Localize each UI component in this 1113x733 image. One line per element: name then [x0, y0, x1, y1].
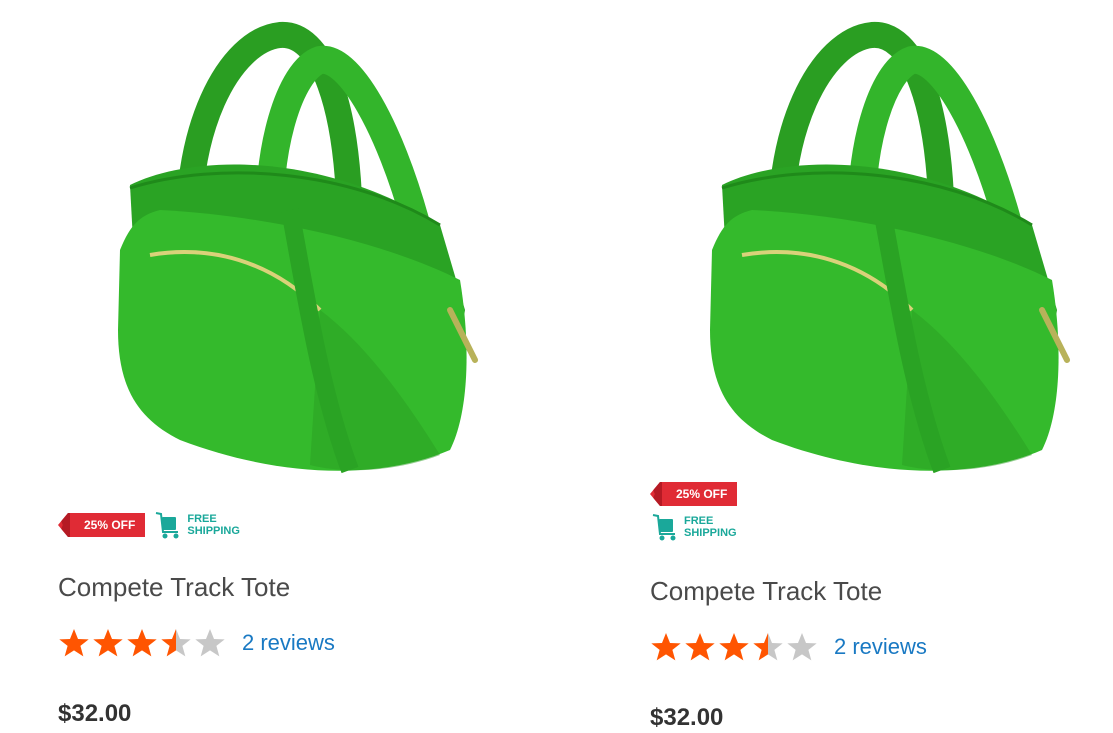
- rating-stars: [650, 631, 818, 663]
- product-rating: 2 reviews: [650, 631, 927, 663]
- rating-stars: [58, 627, 226, 659]
- discount-label: 25% OFF: [84, 518, 136, 532]
- star-half-icon: [161, 629, 191, 657]
- product-image[interactable]: [612, 10, 1082, 490]
- star-icon: [93, 629, 123, 657]
- free-shipping-badge: FREE SHIPPING: [650, 512, 737, 542]
- label-row: 25% OFF FREE SHIPPING: [650, 482, 738, 542]
- product-card: 25% OFF FREE SHIPPING Compete Track Tote: [0, 0, 480, 733]
- star-empty-icon: [195, 629, 225, 657]
- green-tote-bag-image: [710, 22, 1070, 474]
- product-price: $32.00: [58, 700, 132, 727]
- discount-ribbon: 25% OFF: [58, 513, 146, 537]
- free-shipping-badge: FREE SHIPPING: [153, 510, 240, 540]
- product-labels: 25% OFF FREE SHIPPING: [650, 482, 738, 542]
- star-half-icon: [753, 633, 783, 661]
- product-image[interactable]: [20, 10, 490, 490]
- product-rating: 2 reviews: [58, 627, 335, 659]
- shipping-label-line2: SHIPPING: [684, 527, 737, 539]
- shipping-cart-icon: [156, 512, 179, 539]
- shipping-label-line1: FREE: [187, 513, 217, 525]
- star-icon: [59, 629, 89, 657]
- shipping-cart-icon: [652, 514, 676, 541]
- discount-label: 25% OFF: [676, 487, 728, 501]
- product-card: 25% OFF FREE SHIPPING Compete Track Tote: [592, 0, 1072, 733]
- product-labels: 25% OFF FREE SHIPPING: [58, 510, 240, 540]
- star-empty-icon: [787, 633, 817, 661]
- product-name-link[interactable]: Compete Track Tote: [650, 576, 882, 607]
- reviews-link[interactable]: 2 reviews: [242, 630, 335, 656]
- shipping-label-line1: FREE: [684, 515, 714, 527]
- star-icon: [127, 629, 157, 657]
- reviews-link[interactable]: 2 reviews: [834, 634, 927, 660]
- product-name-link[interactable]: Compete Track Tote: [58, 572, 290, 603]
- star-icon: [719, 633, 749, 661]
- shipping-label-line2: SHIPPING: [187, 525, 240, 537]
- green-tote-bag-image: [118, 22, 478, 474]
- star-icon: [651, 633, 681, 661]
- product-price: $32.00: [650, 704, 724, 731]
- label-row: 25% OFF FREE SHIPPING: [58, 510, 240, 540]
- discount-ribbon: 25% OFF: [650, 482, 738, 506]
- star-icon: [685, 633, 715, 661]
